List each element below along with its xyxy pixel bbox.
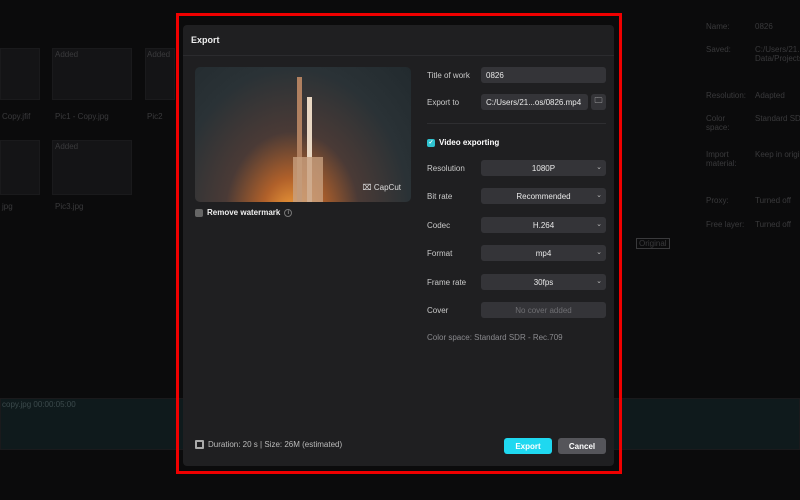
divider [183,55,614,56]
media-name: Copy.jfif [2,112,31,121]
codec-label: Codec [427,221,451,230]
prop-label: Color space: [706,114,730,132]
checkbox-icon[interactable] [195,208,203,217]
color-space-text: Color space: Standard SDR - Rec.709 [427,333,563,342]
prop-value: 0826 [755,22,773,31]
prop-label: Saved: [706,45,731,54]
cancel-button[interactable]: Cancel [558,438,606,454]
bitrate-label: Bit rate [427,192,453,201]
chevron-down-icon: ⌄ [596,192,602,199]
watermark: ⌧ CapCut [362,183,401,192]
resolution-select[interactable]: 1080P ⌄ [481,160,606,176]
video-exporting-toggle[interactable]: ✓ Video exporting [427,138,499,147]
media-thumb[interactable] [0,48,40,100]
media-name: Pic2 [147,112,163,121]
prop-value: Turned off [755,220,792,229]
folder-button[interactable]: 🗀 [591,94,606,110]
prop-label: Free layer: [706,220,745,229]
resolution-label: Resolution [427,164,465,173]
frame-rate-value: 30fps [533,277,554,287]
capcut-logo-icon: ⌧ [362,183,372,192]
added-badge: Added [55,50,79,59]
title-of-work-input[interactable]: 0826 [481,67,606,83]
folder-icon: 🗀 [594,96,603,105]
prop-value: Adapted [755,91,785,100]
export-dialog: Export ⌧ CapCut Remove watermark i Title… [183,25,614,466]
export-info: Duration: 20 s | Size: 26M (estimated) [195,440,342,449]
film-icon [195,440,204,449]
dialog-title: Export [191,35,220,45]
tower-image [293,157,323,202]
prop-value: Turned off [755,196,792,205]
prop-value: Standard SDR [755,114,800,123]
export-path-input[interactable]: C:/Users/21...os/0826.mp4 [481,94,588,110]
media-thumb[interactable] [0,140,40,195]
remove-watermark-label: Remove watermark [207,208,281,217]
remove-watermark-toggle[interactable]: Remove watermark i [195,208,293,217]
format-select[interactable]: mp4 ⌄ [481,245,606,261]
original-ratio-button[interactable]: Original [636,238,670,249]
format-label: Format [427,249,453,258]
codec-value: H.264 [532,220,555,230]
prop-value: Keep in original [755,150,800,159]
media-name: Pic1 - Copy.jpg [55,112,109,121]
codec-select[interactable]: H.264 ⌄ [481,217,606,233]
chevron-down-icon: ⌄ [596,164,602,171]
cover-label: Cover [427,306,449,315]
chevron-down-icon: ⌄ [596,221,602,228]
divider [427,123,606,124]
info-icon[interactable]: i [284,208,293,217]
clip-label: copy.jpg 00:00:05:00 [2,400,76,409]
resolution-value: 1080P [531,163,556,173]
frame-rate-label: Frame rate [427,278,467,287]
added-badge: Added [147,50,171,59]
video-preview: ⌧ CapCut [195,67,411,202]
media-name: Pic3.jpg [55,202,84,211]
video-exporting-label: Video exporting [439,138,500,147]
format-value: mp4 [535,248,552,258]
bitrate-value: Recommended [516,191,571,201]
checkbox-checked-icon[interactable]: ✓ [427,138,435,147]
prop-label: Resolution: [706,91,747,100]
frame-rate-select[interactable]: 30fps ⌄ [481,274,606,290]
chevron-down-icon: ⌄ [596,278,602,285]
prop-label: Name: [706,22,730,31]
title-of-work-label: Title of work [427,71,470,80]
chevron-down-icon: ⌄ [596,249,602,256]
cover-field[interactable]: No cover added [481,302,606,318]
watermark-text: CapCut [373,183,401,192]
prop-value: C:/Users/21.../User Data/Projects/0826 [755,45,800,63]
export-button[interactable]: Export [504,438,552,454]
media-name: jpg [2,202,13,211]
duration-size-text: Duration: 20 s | Size: 26M (estimated) [208,440,343,449]
prop-label: Proxy: [706,196,729,205]
export-to-label: Export to [427,98,460,107]
added-badge: Added [55,142,79,151]
bitrate-select[interactable]: Recommended ⌄ [481,188,606,204]
prop-label: Import material: [706,150,737,168]
